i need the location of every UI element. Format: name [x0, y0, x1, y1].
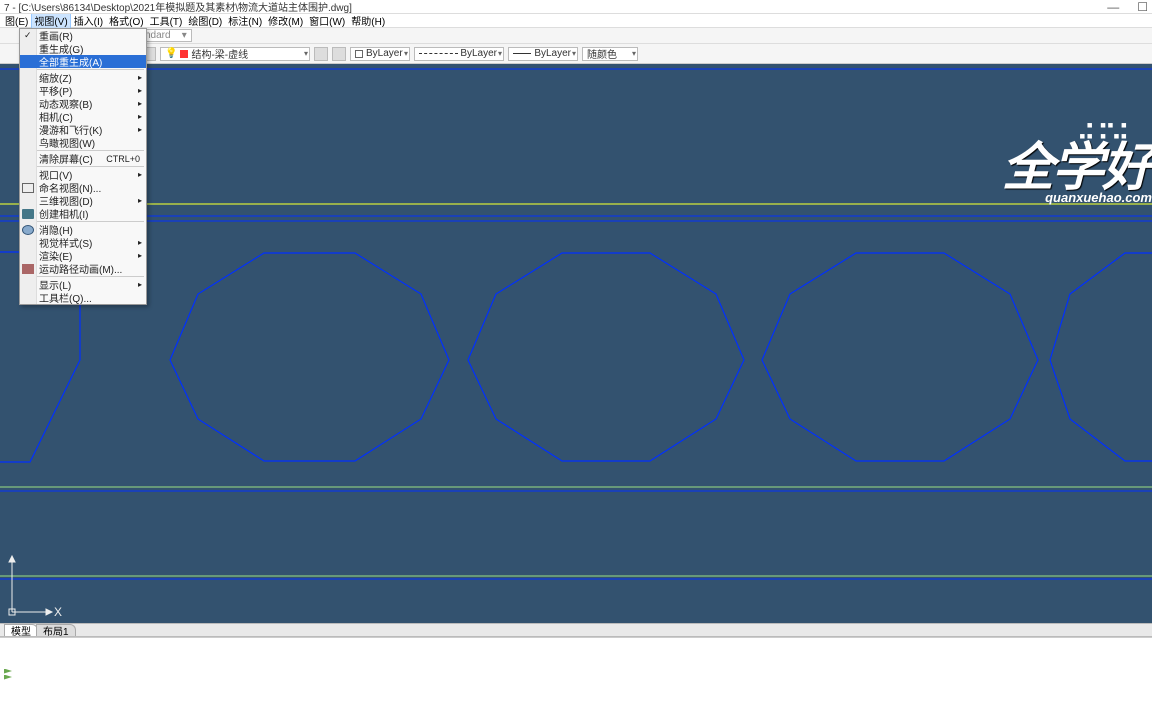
style-combo[interactable]: ndard ▾ — [140, 29, 192, 42]
menu-insert[interactable]: 插入(I) — [71, 13, 106, 28]
menu-format[interactable]: 格式(O) — [106, 13, 146, 28]
command-area — [0, 637, 1152, 686]
layer-tool2-icon[interactable] — [332, 47, 346, 61]
menubar: 图(E) 视图(V) 插入(I) 格式(O) 工具(T) 绘图(D) 标注(N)… — [0, 14, 1152, 28]
menu-view[interactable]: 视图(V) — [31, 12, 70, 29]
view-dropdown: ✓重画(R)重生成(G)全部重生成(A)缩放(Z)▸平移(P)▸动态观察(B)▸… — [19, 28, 147, 305]
toolbar-1: ndard ▾ — [0, 28, 1152, 44]
maximize-button[interactable]: ☐ — [1137, 0, 1148, 14]
menu-item[interactable]: 运动路径动画(M)... — [20, 262, 146, 275]
layout-tabs: 模型 布局1 — [0, 623, 1152, 637]
tab-layout1[interactable]: 布局1 — [36, 624, 76, 636]
command-history-icon[interactable] — [4, 669, 12, 680]
menu-item[interactable]: 全部重生成(A) — [20, 55, 146, 68]
window-title: 7 - [C:\Users\86134\Desktop\2021年模拟题及其素材… — [4, 0, 352, 14]
menu-window[interactable]: 窗口(W) — [306, 13, 348, 28]
linetype-combo[interactable]: ByLayer — [414, 47, 504, 61]
menu-modify[interactable]: 修改(M) — [265, 13, 306, 28]
axis-x-label: X — [54, 605, 62, 619]
titlebar: 7 - [C:\Users\86134\Desktop\2021年模拟题及其素材… — [0, 0, 1152, 14]
menu-item[interactable]: 工具栏(Q)... — [20, 291, 146, 304]
drawing-canvas[interactable]: X ▪ ▪▪ ▪▪▪ ▪ ▪▪ 全学好 quanxuehao.com — [0, 64, 1152, 623]
plotstyle-combo[interactable]: 随颜色 — [582, 47, 638, 61]
menu-item[interactable]: 创建相机(I) — [20, 207, 146, 220]
command-input[interactable] — [16, 668, 1148, 680]
toolbar-2: 💡结构-梁-虚线 ByLayer ByLayer ByLayer 随颜色 — [0, 44, 1152, 64]
menu-help[interactable]: 帮助(H) — [348, 13, 388, 28]
menu-item[interactable]: 清除屏幕(C)CTRL+0 — [20, 152, 146, 165]
menu-item[interactable]: 鸟瞰视图(W) — [20, 136, 146, 149]
layer-combo[interactable]: 💡结构-梁-虚线 — [160, 47, 310, 61]
layer-tool-icon[interactable] — [314, 47, 328, 61]
window-controls: — ☐ — [1107, 0, 1148, 14]
menu-draw[interactable]: 绘图(D) — [185, 13, 225, 28]
menu-edit[interactable]: 图(E) — [2, 13, 31, 28]
minimize-button[interactable]: — — [1107, 0, 1119, 14]
lineweight-combo[interactable]: ByLayer — [508, 47, 578, 61]
color-combo[interactable]: ByLayer — [350, 47, 410, 61]
menu-tools[interactable]: 工具(T) — [147, 13, 186, 28]
tab-model[interactable]: 模型 — [4, 624, 38, 636]
menu-dimension[interactable]: 标注(N) — [225, 13, 265, 28]
